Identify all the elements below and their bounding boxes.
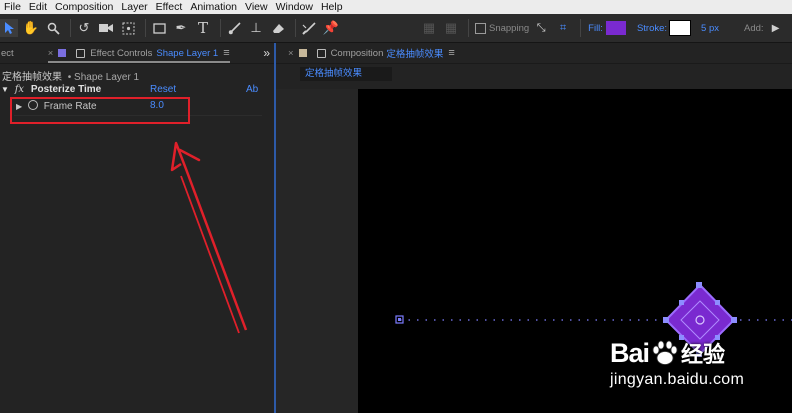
zoom-tool-icon[interactable]	[44, 19, 62, 37]
watermark-brand-jingyan: 经验	[681, 342, 726, 367]
baidu-jingyan-watermark: Bai 经验 jingyan.baidu.com	[610, 338, 744, 389]
effect-controls-panel: ect × Effect Controls Shape Layer 1 ≡ » …	[0, 43, 274, 413]
effect-controls-breadcrumb: 定格抽帧效果 • Shape Layer 1	[2, 68, 139, 83]
menu-composition[interactable]: Composition	[55, 0, 113, 14]
red-highlight-box	[10, 97, 190, 124]
collapse-panels-icon[interactable]: »	[263, 46, 270, 60]
menu-window[interactable]: Window	[276, 0, 313, 14]
align-tool-icon[interactable]: ▦	[420, 19, 438, 37]
selection-tool-icon[interactable]	[0, 19, 18, 37]
project-tab-partial[interactable]: ect	[1, 48, 14, 59]
toolbar-separator	[295, 19, 296, 37]
lock-icon[interactable]	[76, 48, 86, 58]
snap-settings-icon[interactable]: ⌗	[554, 19, 572, 37]
comp-flow-tab[interactable]: 定格抽帧效果	[300, 67, 392, 81]
expand-arrow-icon[interactable]: ▼	[1, 85, 9, 94]
active-tab-underline	[48, 61, 230, 63]
menu-bar: File Edit Composition Layer Effect Anima…	[0, 0, 792, 14]
menu-help[interactable]: Help	[321, 0, 343, 14]
comp-color-square-icon	[298, 49, 307, 57]
menu-edit[interactable]: Edit	[29, 0, 47, 14]
menu-layer[interactable]: Layer	[121, 0, 147, 14]
fx-icon[interactable]: fx	[15, 84, 24, 95]
rotation-tool-icon[interactable]: ↺	[75, 19, 93, 37]
stroke-width-value[interactable]: 5 px	[701, 23, 719, 34]
watermark-url: jingyan.baidu.com	[610, 371, 745, 388]
rectangle-tool-icon[interactable]	[150, 19, 168, 37]
menu-file[interactable]: File	[4, 0, 21, 14]
pan-behind-tool-icon[interactable]	[119, 19, 137, 37]
menu-effect[interactable]: Effect	[156, 0, 183, 14]
fill-label[interactable]: Fill:	[588, 23, 603, 34]
pen-tool-icon[interactable]: ✒	[172, 19, 190, 37]
close-tab-icon[interactable]: ×	[48, 48, 54, 59]
stroke-label[interactable]: Stroke:	[637, 23, 667, 34]
fill-color-swatch[interactable]	[605, 21, 626, 35]
type-tool-icon[interactable]: T	[194, 19, 212, 37]
snapping-checkbox[interactable]	[475, 22, 486, 34]
effect-controls-tab-prefix[interactable]: Effect Controls	[90, 48, 152, 59]
tools-toolbar: ✋ ↺ ✒ T ⊥ 📌 ▦ ▦ Snapping ⤡ ⌗ Fill: Strok…	[0, 14, 792, 43]
snap-options-icon[interactable]: ⤡	[532, 19, 550, 37]
comp-lock-icon[interactable]	[316, 48, 326, 58]
effect-controls-tab-layer[interactable]: Shape Layer 1	[156, 48, 218, 59]
watermark-brand-bai: Bai	[610, 337, 650, 368]
viewer-pasteboard	[276, 89, 358, 413]
toolbar-separator	[220, 19, 221, 37]
add-play-icon[interactable]: ▶	[767, 19, 785, 37]
breadcrumb-comp-name: 定格抽帧效果	[2, 72, 62, 83]
breadcrumb-layer-name: • Shape Layer 1	[67, 72, 140, 83]
toolbar-separator	[468, 19, 469, 37]
about-link[interactable]: Ab	[246, 84, 258, 95]
stroke-color-swatch[interactable]	[669, 20, 692, 36]
roto-brush-tool-icon[interactable]	[300, 19, 318, 37]
comp-panel-menu-icon[interactable]: ≡	[448, 47, 454, 59]
composition-tab-name[interactable]: 定格抽帧效果	[386, 46, 443, 60]
menu-view[interactable]: View	[245, 0, 268, 14]
camera-tool-icon[interactable]	[97, 19, 115, 37]
align-tool-icon-2[interactable]: ▦	[442, 19, 460, 37]
effect-row-posterize-time[interactable]: ▼ fx Posterize Time Reset Ab	[1, 84, 273, 95]
composition-tab-prefix[interactable]: Composition	[331, 48, 384, 59]
menu-animation[interactable]: Animation	[190, 0, 237, 14]
toolbar-separator	[145, 19, 146, 37]
effect-name: Posterize Time	[30, 84, 102, 95]
effect-controls-tabbar: ect × Effect Controls Shape Layer 1 ≡ »	[0, 43, 274, 64]
brush-tool-icon[interactable]	[225, 19, 243, 37]
eraser-tool-icon[interactable]	[269, 19, 287, 37]
puppet-pin-tool-icon[interactable]: 📌	[322, 19, 340, 37]
snapping-label: Snapping	[489, 22, 530, 34]
hand-tool-icon[interactable]: ✋	[22, 19, 40, 37]
composition-tabbar: × Composition 定格抽帧效果 ≡	[276, 43, 792, 64]
close-comp-tab-icon[interactable]: ×	[288, 48, 294, 59]
add-label: Add:	[744, 22, 764, 34]
panel-color-square-icon	[58, 49, 67, 57]
toolbar-separator	[70, 19, 71, 37]
reset-link[interactable]: Reset	[150, 84, 176, 95]
clone-stamp-tool-icon[interactable]: ⊥	[247, 19, 265, 37]
panel-menu-icon[interactable]: ≡	[223, 47, 229, 59]
paw-icon	[651, 340, 679, 366]
toolbar-separator	[580, 19, 582, 37]
